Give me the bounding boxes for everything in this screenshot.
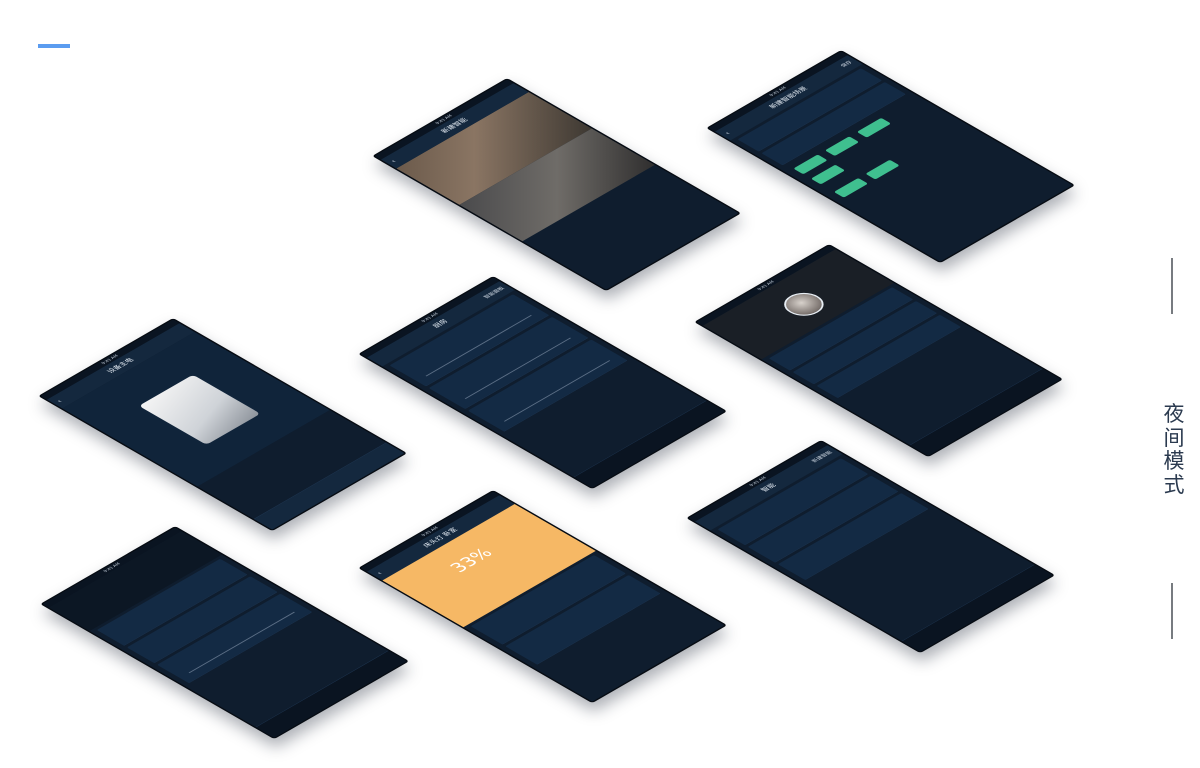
option-button[interactable]	[856, 117, 892, 138]
mockup-scene-edit: 9:41 AM ‹ 新建智能场景 保存	[706, 50, 1076, 264]
mockup-room-lights: 9:41 AM 厨房 智能面板	[358, 276, 728, 490]
page: 9:41 AM ‹ 新建智能 9:41 AM ‹ 新建智能场景 保存 9:41	[0, 0, 1200, 768]
device-preview	[62, 332, 330, 487]
option-button[interactable]	[825, 136, 860, 156]
avatar[interactable]	[775, 288, 832, 321]
mockup-curtain: 9:41 AM ‹ 床头灯 卧室 33%	[358, 490, 728, 704]
back-icon[interactable]: ‹	[385, 156, 403, 166]
side-divider-top	[1171, 258, 1173, 314]
mockup-profile: 9:41 AM	[694, 244, 1064, 458]
mockup-add-device: 9:41 AM ‹ 设备主电	[38, 318, 408, 532]
back-icon[interactable]: ‹	[719, 128, 737, 138]
accent-bar	[38, 44, 70, 48]
side-divider-bottom	[1171, 583, 1173, 639]
back-icon[interactable]: ‹	[51, 396, 69, 406]
tab-bar	[909, 368, 1061, 456]
mockup-intelligent: 9:41 AM 智能 新建智能	[686, 440, 1056, 654]
save-button[interactable]: 保存	[835, 57, 859, 71]
nav-title: 厨房	[431, 318, 450, 330]
mockup-scene-select: 9:41 AM ‹ 新建智能	[372, 78, 742, 292]
nav-title: 智能	[759, 482, 778, 494]
device-image	[138, 374, 261, 445]
tab-bar	[255, 650, 407, 738]
tab-bar	[573, 400, 725, 488]
back-icon[interactable]: ‹	[371, 568, 389, 578]
night-mode-label: 夜间模式	[1163, 402, 1185, 497]
next-step-button[interactable]	[253, 442, 405, 530]
tab-bar	[901, 564, 1053, 652]
mockup-home: 9:41 AM	[40, 526, 410, 740]
percent-value: 33%	[445, 545, 498, 576]
